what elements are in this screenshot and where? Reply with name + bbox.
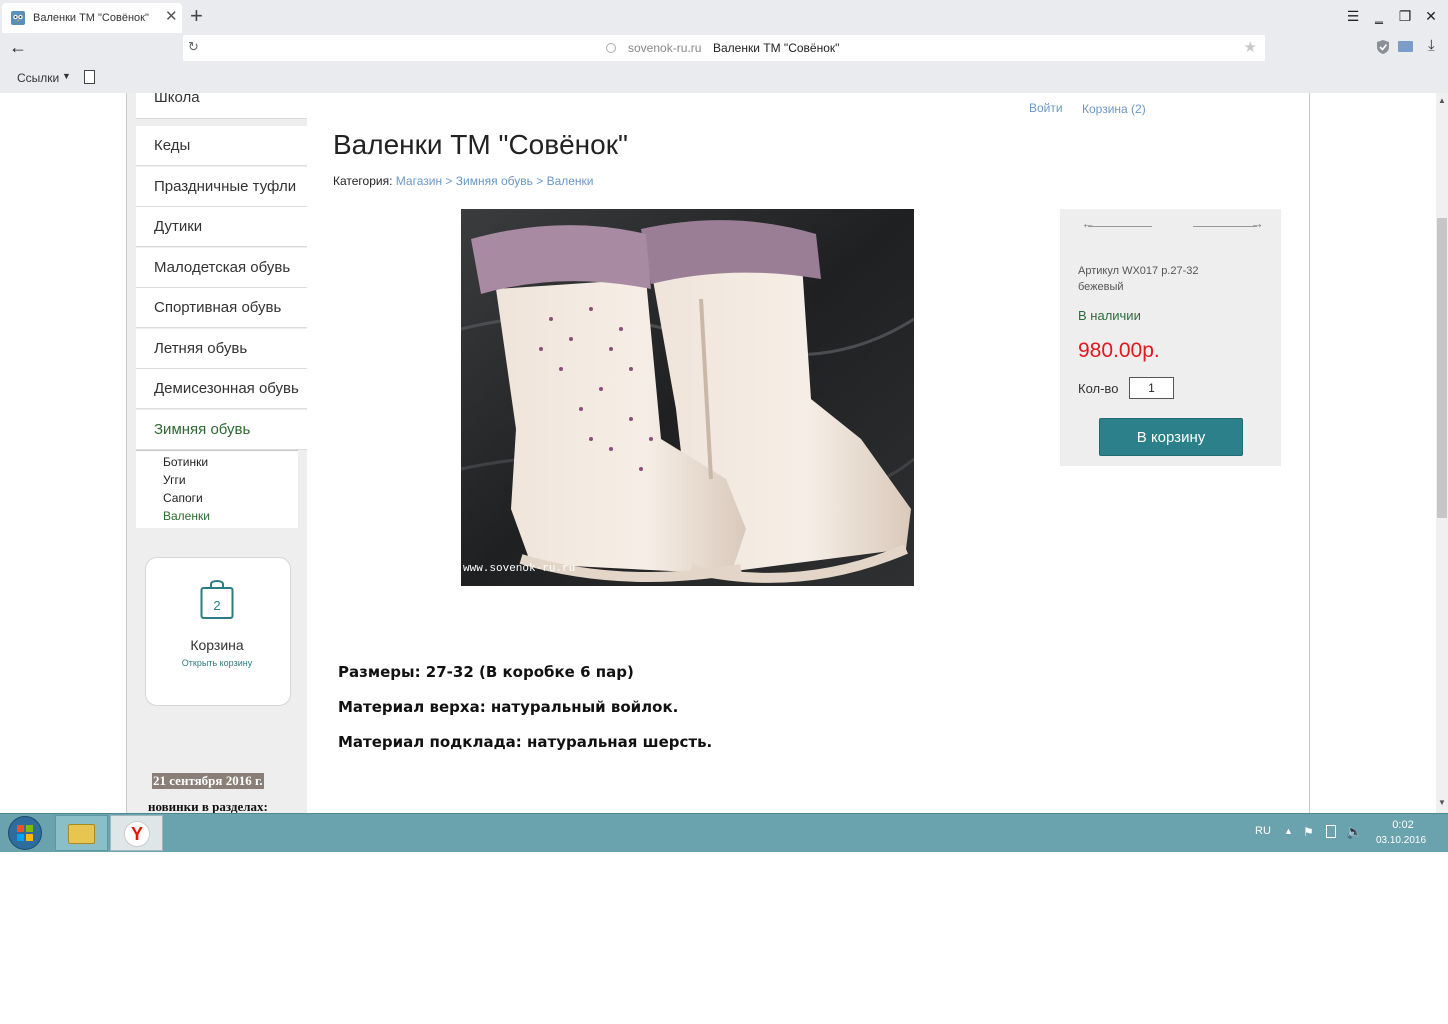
volume-icon[interactable]: 🔈 xyxy=(1346,824,1362,840)
login-link[interactable]: Войти xyxy=(1029,101,1063,115)
header-cart-link[interactable]: Корзина (2) xyxy=(1082,102,1146,116)
close-tab-icon[interactable]: ✕ xyxy=(165,9,178,25)
blank-area xyxy=(0,852,1448,1024)
window-controls: ☰ ‗ ❐ ✕ xyxy=(1346,8,1438,24)
description-upper-material: Материал верха: натуральный войлок. xyxy=(338,698,679,716)
cart-count: 2 xyxy=(213,598,221,613)
mail-icon[interactable] xyxy=(1398,41,1413,52)
windows-taskbar: Y RU ▲ ⚑ 🔈 0:02 03.10.2016 xyxy=(0,813,1448,852)
site-info-icon[interactable] xyxy=(606,43,616,53)
breadcrumb-separator: > xyxy=(536,174,544,188)
sidebar-item-school[interactable]: Школа xyxy=(136,93,307,119)
description-sizes: Размеры: 27-32 (В коробке 6 пар) xyxy=(338,663,634,681)
breadcrumb-shop[interactable]: Магазин xyxy=(396,174,442,188)
new-tab-button[interactable]: + xyxy=(190,3,203,29)
bookmarks-bar: Ссылки ▼ xyxy=(0,63,1448,93)
bookmarks-links-folder[interactable]: Ссылки xyxy=(17,71,59,85)
buy-box: ← → Артикул WX017 р.27-32 бежевый В нали… xyxy=(1060,209,1281,466)
product-price: 980.00р. xyxy=(1078,339,1160,362)
restore-icon[interactable]: ❐ xyxy=(1398,8,1412,24)
chevron-down-icon[interactable]: ▼ xyxy=(62,71,71,81)
category-label: Категория: xyxy=(333,174,393,188)
news-text: новинки в разделах: xyxy=(148,799,268,813)
folder-icon xyxy=(68,824,95,844)
browser-titlebar: Валенки ТМ "Совёнок" ✕ + ☰ ‗ ❐ ✕ xyxy=(0,0,1448,33)
color-line: бежевый xyxy=(1078,281,1124,293)
browser-navbar: ← ↻ sovenok-ru.ru Валенки ТМ "Совёнок" ★… xyxy=(0,33,1448,63)
bookmark-star-icon[interactable]: ★ xyxy=(1244,38,1257,56)
owl-favicon-icon xyxy=(11,11,25,25)
scroll-up-icon[interactable]: ▲ xyxy=(1438,96,1446,105)
quantity-label: Кол-во xyxy=(1078,381,1119,396)
taskbar-yandex-browser-button[interactable]: Y xyxy=(110,815,163,851)
tray-language[interactable]: RU xyxy=(1255,825,1271,837)
winter-submenu: Ботинки Угги Сапоги Валенки xyxy=(136,450,298,528)
yandex-browser-icon: Y xyxy=(124,821,150,847)
submenu-item-valenki[interactable]: Валенки xyxy=(163,509,210,523)
tray-show-hidden-icon[interactable]: ▲ xyxy=(1284,826,1293,836)
scroll-down-icon[interactable]: ▼ xyxy=(1438,798,1446,807)
address-bar[interactable]: ↻ sovenok-ru.ru Валенки ТМ "Совёнок" ★ xyxy=(183,35,1265,61)
start-button[interactable] xyxy=(8,816,42,850)
quantity-input[interactable] xyxy=(1129,377,1174,399)
page-viewport: Школа Кеды Праздничные туфли Дутики Мало… xyxy=(0,93,1436,813)
news-date: 21 сентября 2016 г. xyxy=(152,773,264,789)
description-lining-material: Материал подклада: натуральная шерсть. xyxy=(338,733,713,751)
breadcrumb-valenki[interactable]: Валенки xyxy=(547,174,594,188)
submenu-item-ankle-boots[interactable]: Ботинки xyxy=(163,455,208,469)
tab-title: Валенки ТМ "Совёнок" xyxy=(33,12,149,24)
submenu-item-boots[interactable]: Сапоги xyxy=(163,491,203,505)
arrow-right-icon[interactable]: → xyxy=(1250,215,1264,231)
clock-date[interactable]: 03.10.2016 xyxy=(1372,835,1430,846)
submenu-item-uggs[interactable]: Угги xyxy=(163,473,186,487)
breadcrumb: Категория: Магазин > Зимняя обувь > Вале… xyxy=(333,174,594,188)
prev-arrow-line xyxy=(1088,226,1152,227)
clock-time[interactable]: 0:02 xyxy=(1380,819,1426,831)
sidebar-item-demi-season-shoes[interactable]: Демисезонная обувь xyxy=(136,369,307,409)
browser-tab[interactable]: Валенки ТМ "Совёнок" ✕ xyxy=(2,3,182,33)
cart-widget-title: Корзина xyxy=(190,637,244,653)
sidebar-item-toddler-shoes[interactable]: Малодетская обувь xyxy=(136,248,307,288)
address-domain: sovenok-ru.ru xyxy=(628,41,702,55)
menu-icon[interactable]: ☰ xyxy=(1346,8,1360,24)
cart-widget[interactable]: 2 Корзина Открыть корзину xyxy=(145,557,291,706)
product-sku: Артикул WX017 р.27-32 бежевый xyxy=(1078,263,1268,295)
sidebar-item-sneakers[interactable]: Кеды xyxy=(136,126,307,166)
protect-shield-icon[interactable] xyxy=(1376,39,1390,55)
scrollbar-thumb[interactable] xyxy=(1437,218,1447,518)
image-watermark: www.sovenok-ru.ru xyxy=(463,563,575,575)
taskbar-explorer-button[interactable] xyxy=(55,815,108,851)
document-icon[interactable] xyxy=(84,70,95,84)
open-cart-link[interactable]: Открыть корзину xyxy=(146,658,288,668)
sku-line: Артикул WX017 р.27-32 xyxy=(1078,265,1199,277)
felt-boots-photo: www.sovenok-ru.ru xyxy=(461,209,914,586)
sidebar-item-winter-shoes[interactable]: Зимняя обувь xyxy=(136,410,307,450)
next-arrow-line xyxy=(1193,226,1257,227)
download-icon[interactable]: ⤓ xyxy=(1428,37,1435,54)
stock-status: В наличии xyxy=(1078,308,1141,323)
breadcrumb-winter-shoes[interactable]: Зимняя обувь xyxy=(456,174,533,188)
address-page-title: Валенки ТМ "Совёнок" xyxy=(713,41,840,55)
sidebar-item-party-shoes[interactable]: Праздничные туфли xyxy=(136,167,307,207)
network-icon[interactable] xyxy=(1326,825,1336,838)
close-window-icon[interactable]: ✕ xyxy=(1424,8,1438,24)
minimize-icon[interactable]: ‗ xyxy=(1372,8,1386,24)
sidebar-item-summer-shoes[interactable]: Летняя обувь xyxy=(136,329,307,369)
arrow-left-icon[interactable]: ← xyxy=(1081,215,1095,231)
windows-logo-icon xyxy=(17,825,33,841)
sidebar-item-moon-boots[interactable]: Дутики xyxy=(136,207,307,247)
sidebar-item-sport-shoes[interactable]: Спортивная обувь xyxy=(136,288,307,328)
page-title: Валенки ТМ "Совёнок" xyxy=(333,129,628,160)
back-arrow-icon[interactable]: ← xyxy=(9,37,27,57)
add-to-cart-button[interactable]: В корзину xyxy=(1099,418,1243,456)
reload-icon[interactable]: ↻ xyxy=(188,39,199,55)
product-image[interactable]: www.sovenok-ru.ru xyxy=(461,209,914,586)
breadcrumb-separator: > xyxy=(445,174,453,188)
action-center-flag-icon[interactable]: ⚑ xyxy=(1303,825,1314,839)
